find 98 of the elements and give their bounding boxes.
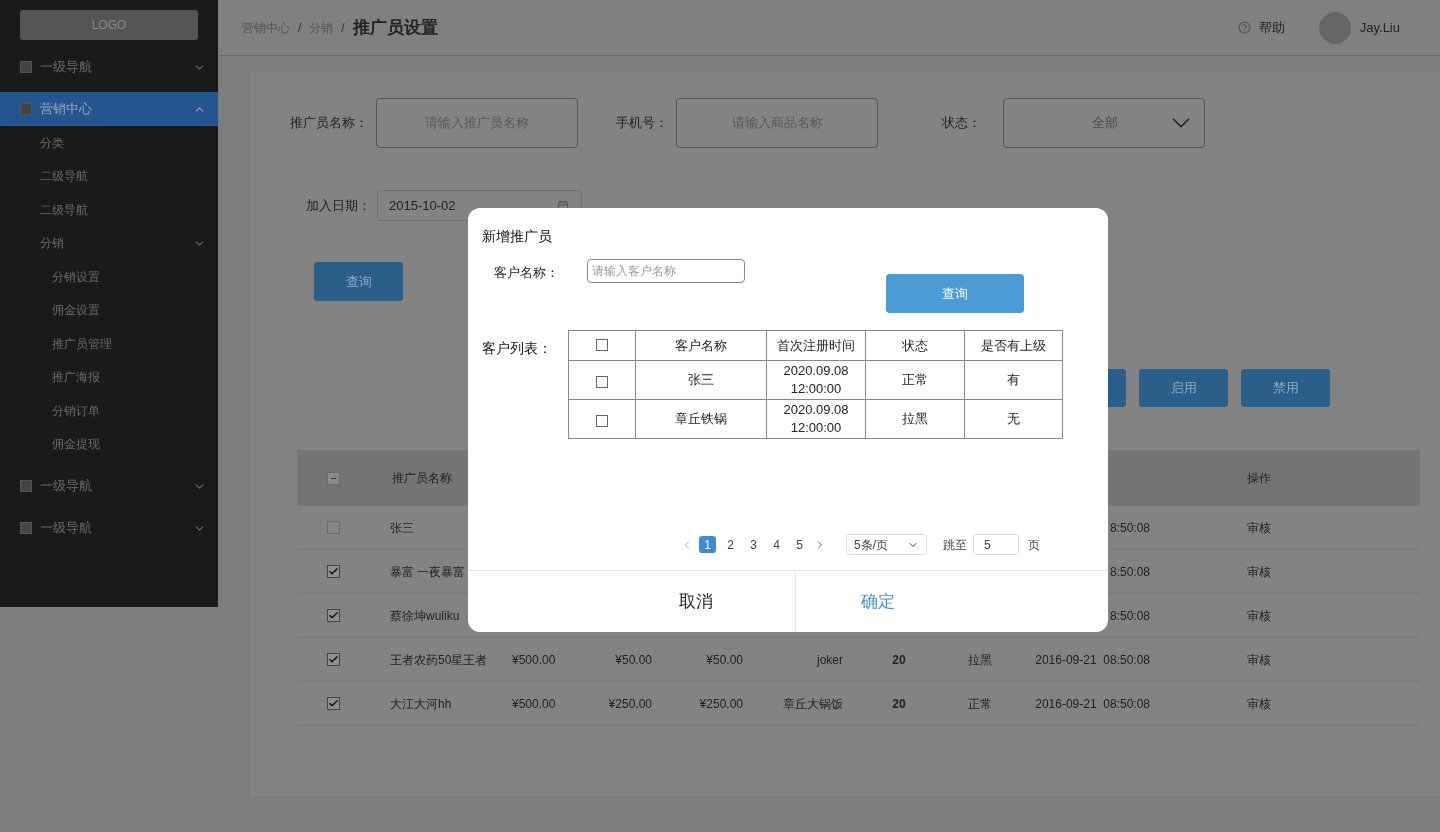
field-label: 加入日期： [306,196,371,215]
column-header: 推广员名称 [391,470,453,487]
page-number[interactable]: 5 [791,536,808,553]
query-button[interactable]: 查询 [314,262,403,301]
check-icon [328,610,339,621]
table-cell-text: 20 [892,651,906,669]
dialog-title: 新增推广员 [482,227,553,246]
table-cell-text: ¥50.00 [706,651,743,669]
nav-item[interactable]: 分销 [0,226,218,260]
help-link[interactable]: 帮助 [1258,17,1285,38]
table-cell-text: 拉黑 [968,651,992,669]
page-number[interactable]: 4 [768,536,785,553]
page-suffix: 页 [1028,536,1040,554]
page-title: 推广员设置 [352,16,438,39]
check-icon [328,654,339,665]
table-cell-text: joker [817,651,843,669]
nav-item[interactable]: 推广海报 [0,360,218,394]
table-cell-text: 章丘大锅饭 [783,695,843,713]
table-cell-text: 8:50:08 [1109,563,1150,581]
checkbox[interactable] [327,697,340,710]
breadcrumb-separator: / [341,19,345,37]
table-cell: 有 [964,360,1063,400]
field-label: 状态： [942,114,981,133]
checkbox[interactable] [327,565,340,578]
nav-item[interactable]: 推广员管理 [0,327,218,361]
table-cell[interactable]: 审核 [1150,562,1420,581]
column-header: 是否有上级 [964,330,1063,361]
checkbox[interactable] [327,653,340,666]
page-input[interactable]: 5 [973,534,1019,555]
field-label: 推广员名称： [290,114,368,133]
table-cell: 拉黑 [865,399,965,439]
table-cell-text: 2016-09-21 08:50:08 [1035,695,1150,713]
table-cell-text: ¥50.00 [615,651,652,669]
square-icon [20,61,32,73]
table-cell[interactable]: 审核 [1150,606,1420,625]
checkbox[interactable] [327,609,340,622]
page-number[interactable]: 3 [745,536,762,553]
table-cell-text: 2016-09-21 08:50:08 [1035,651,1150,669]
table-cell-text: ¥250.00 [608,695,652,713]
confirm-button[interactable]: 确定 [795,571,1108,632]
dash-icon [331,477,336,479]
table-cell-text: 大江大河hh [389,695,452,713]
table-cell-text: 张三 [389,519,414,537]
checkbox[interactable] [596,415,608,427]
table-cell[interactable]: 审核 [1150,694,1420,713]
column-header: 状态 [865,330,965,361]
field-label: 客户名称： [494,264,559,282]
column-header: 操作 [1246,470,1272,487]
checkbox[interactable] [596,339,608,351]
field-label: 手机号： [616,114,668,133]
table-cell-text: 8:50:08 [1109,519,1150,537]
action-button[interactable]: 启用 [1139,369,1228,407]
nav-item[interactable]: 二级导航 [0,159,218,193]
table-cell-text: ¥500.00 [512,651,556,669]
cancel-button[interactable]: 取消 [468,571,795,632]
page-size-select[interactable]: 5条/页 [846,534,927,555]
table-cell-text: 20 [892,695,906,713]
checkbox[interactable] [596,376,608,388]
nav-item[interactable]: 佣金提现 [0,427,218,461]
action-button[interactable]: 禁用 [1241,369,1330,407]
table-cell: 章丘铁锅 [635,399,767,439]
table-cell: 无 [964,399,1063,439]
table-cell-text: ¥250.00 [699,695,743,713]
table-cell-text: 8:50:08 [1109,607,1150,625]
table-cell[interactable]: 审核 [1150,650,1420,669]
column-header: 首次注册时间 [766,330,866,361]
input-field[interactable]: 请输入客户名称 [587,259,745,283]
table-cell-text: 暴富 一夜暴富 [389,563,466,581]
table-cell: 2020.09.08 12:00:00 [766,399,866,439]
table-cell-text: 王者农药50星王者 [389,651,488,669]
list-label: 客户列表： [482,339,552,358]
breadcrumb-separator: / [298,19,302,37]
nav-item[interactable]: 营销中心 [0,92,218,126]
nav-item[interactable]: 分销设置 [0,260,218,294]
check-icon [328,698,339,709]
table-cell[interactable]: 审核 [1150,518,1420,537]
square-icon [20,480,32,492]
nav-item[interactable]: 二级导航 [0,193,218,227]
page-number[interactable]: 2 [722,536,739,553]
column-header: 客户名称 [635,330,767,361]
check-icon [328,566,339,577]
table-cell-text: 正常 [968,695,992,713]
square-icon [20,103,32,115]
square-icon [20,522,32,534]
checkbox[interactable] [327,521,340,534]
user-name: Jay.Liu [1359,18,1400,37]
table-cell: 2020.09.08 12:00:00 [766,360,866,400]
nav-item[interactable]: 佣金设置 [0,293,218,327]
nav-item[interactable]: 分类 [0,126,218,160]
table-cell: 张三 [635,360,767,400]
checkbox[interactable] [327,471,340,485]
table-cell: 正常 [865,360,965,400]
table-cell-text: ¥500.00 [512,695,556,713]
query-button[interactable]: 查询 [886,274,1024,313]
page-number[interactable]: 1 [699,536,716,553]
nav-item[interactable]: 分销订单 [0,394,218,428]
jump-label: 跳至 [943,536,967,554]
table-cell-text: 蔡徐坤wuliku [389,607,460,625]
